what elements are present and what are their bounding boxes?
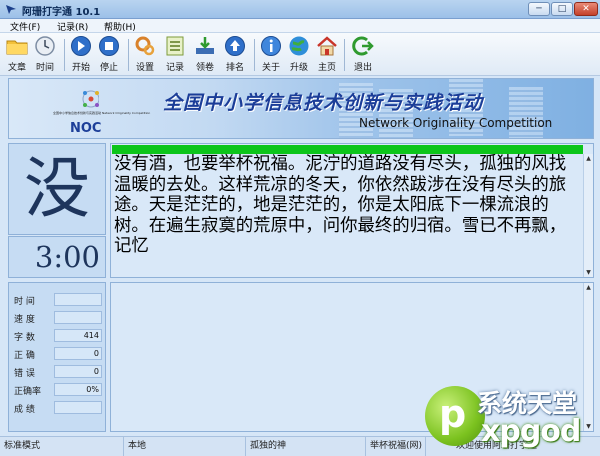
banner: 全国中小学信息技术创新与实践活动 Network Originality Com…: [8, 78, 594, 139]
home-button[interactable]: 主页: [312, 35, 342, 75]
scroll-up-icon[interactable]: ▲: [584, 283, 593, 292]
settings-button[interactable]: 设置: [130, 35, 160, 75]
stat-char-count: 字 数 414: [9, 329, 107, 343]
status-mode: 标准模式: [0, 437, 124, 456]
passage-text: 没有酒，也要举杯祝福。泥泞的道路没有尽头，孤独的风找温暖的去处。这样荒凉的冬天，…: [114, 154, 567, 256]
maximize-button[interactable]: □: [551, 2, 573, 16]
download-icon: [196, 37, 214, 54]
menu-record[interactable]: 记录(R): [57, 20, 88, 33]
gear-icon: [135, 36, 155, 56]
start-button[interactable]: 开始: [66, 35, 96, 75]
status-title: 举杯祝福(网): [366, 437, 426, 456]
rank-button[interactable]: 排名: [220, 35, 250, 75]
current-character: 没: [24, 150, 90, 227]
menu-help[interactable]: 帮助(H): [104, 20, 136, 33]
stat-speed: 速 度: [9, 311, 107, 325]
watermark-p: p: [439, 392, 467, 436]
stat-errors: 错 误0: [9, 365, 107, 379]
file-button[interactable]: 文章: [2, 35, 32, 75]
scroll-up-icon[interactable]: ▲: [584, 154, 593, 163]
menu-file[interactable]: 文件(F): [10, 20, 40, 33]
clock-icon: [35, 36, 55, 56]
play-icon: [71, 36, 91, 56]
about-button[interactable]: 关于: [256, 35, 286, 75]
scroll-down-icon[interactable]: ▼: [584, 268, 593, 277]
logo-subtitle: 全国中小学信息技术创新与实践活动 Network Originality Com…: [53, 111, 151, 115]
passage-scrollbar[interactable]: ▲ ▼: [583, 154, 593, 277]
exit-icon: [352, 36, 374, 56]
minimize-button[interactable]: ─: [528, 2, 550, 16]
time-button[interactable]: 时间: [30, 35, 60, 75]
stop-icon: [99, 36, 119, 56]
watermark: p 系统天堂 xpgod: [425, 380, 600, 456]
logo-text: NOC: [70, 121, 102, 136]
stats-panel: 时 间 速 度 字 数 414 正 确0 错 误0 正确率 0% 成 绩: [8, 282, 106, 432]
stat-correct: 正 确0: [9, 347, 107, 361]
status-article: 孤独的神: [246, 437, 366, 456]
info-icon: [261, 36, 281, 56]
app-icon: [6, 5, 16, 14]
passage-panel: 没有酒，也要举杯祝福。泥泞的道路没有尽头，孤独的风找温暖的去处。这样荒凉的冬天，…: [110, 143, 594, 278]
home-icon: [317, 36, 337, 56]
watermark-en: xpgod: [481, 414, 581, 449]
progress-bar: [112, 145, 583, 154]
stat-time: 时 间: [9, 293, 107, 307]
countdown-timer: 3:00: [8, 236, 106, 278]
stat-accuracy: 正确率 0%: [9, 383, 107, 397]
current-character-box: 没: [8, 143, 106, 235]
banner-subtitle: Network Originality Competition: [359, 116, 553, 130]
menu-bar: 文件(F) 记录(R) 帮助(H): [0, 19, 600, 33]
banner-title: 全国中小学信息技术创新与实践活动: [163, 92, 484, 114]
list-icon: [166, 36, 184, 56]
records-button[interactable]: 记录: [160, 35, 190, 75]
close-button[interactable]: ✕: [574, 2, 598, 16]
folder-icon: [6, 40, 28, 55]
toolbar: 文章 时间 开始 停止 设置 记录 领卷 排名 关于 升级 主页 退出: [0, 33, 600, 76]
globe-icon: [289, 36, 309, 56]
window-title: 阿珊打字通 10.1: [22, 7, 101, 18]
stop-button[interactable]: 停止: [94, 35, 124, 75]
upgrade-button[interactable]: 升级: [284, 35, 314, 75]
exit-button[interactable]: 退出: [348, 35, 378, 75]
stat-score: 成 绩: [9, 401, 107, 415]
title-bar: 阿珊打字通 10.1 ─ □ ✕: [0, 0, 600, 19]
arrow-up-icon: [225, 36, 245, 56]
exam-button[interactable]: 领卷: [190, 35, 220, 75]
status-source: 本地: [124, 437, 246, 456]
timer-value: 3:00: [34, 240, 100, 274]
